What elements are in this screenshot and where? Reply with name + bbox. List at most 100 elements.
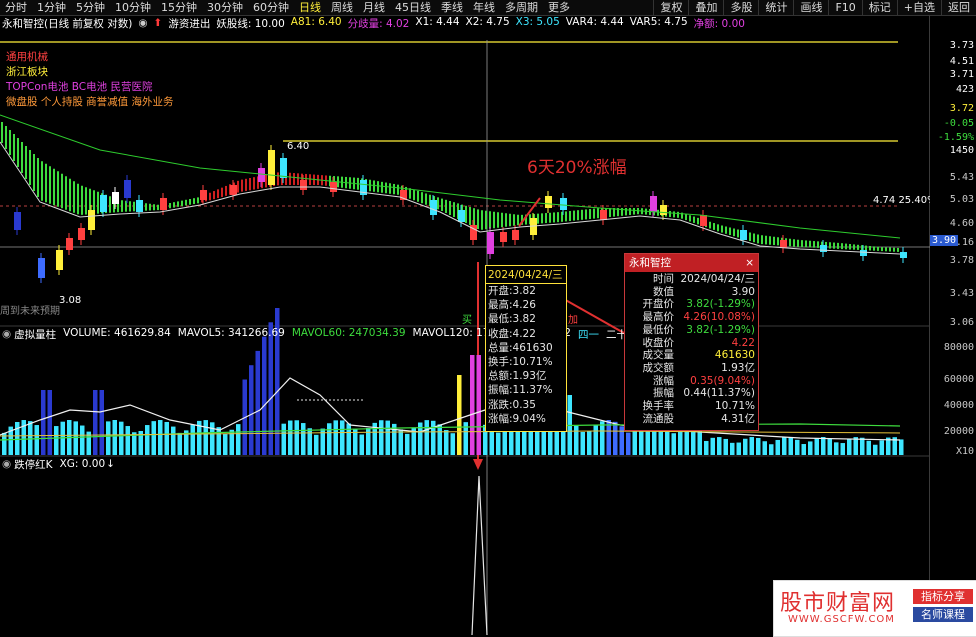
- tag-indicator-share[interactable]: 指标分享: [913, 589, 973, 604]
- price-axis-label: -1.59%: [937, 132, 974, 143]
- volume-bar: [437, 424, 442, 455]
- volume-bar: [444, 430, 449, 455]
- popup-key: 数值: [653, 285, 674, 298]
- volume-bar: [489, 430, 494, 455]
- volume-bar: [119, 421, 124, 455]
- tooltip-row: 总额:1.93亿: [488, 370, 547, 383]
- volume-bar: [99, 390, 104, 455]
- volume-bar: [210, 422, 215, 455]
- tooltip-row: 最低:3.82: [488, 313, 536, 326]
- lower-panel-title: ◉ 跌停红K XG: 0.00 ↓: [0, 457, 122, 471]
- volume-bar: [756, 437, 761, 455]
- candle-body: [66, 238, 73, 250]
- popup-value: 3.82(-1.29%): [686, 298, 755, 311]
- candle-body: [268, 150, 275, 185]
- candle-body: [38, 258, 45, 278]
- toolbar-button[interactable]: 返回: [941, 0, 976, 15]
- popup-value: 10.71%: [714, 400, 755, 413]
- volume-bar: [73, 421, 78, 455]
- tag-courses[interactable]: 名师课程: [913, 607, 973, 622]
- popup-value: 0.44(11.37%): [683, 387, 755, 400]
- candle-body: [458, 210, 465, 222]
- candle-body: [650, 196, 657, 212]
- volume-bar: [580, 431, 585, 455]
- volume-axis-label: 80000: [943, 342, 974, 353]
- volume-bar: [255, 350, 260, 455]
- candle-body: [56, 250, 63, 270]
- volume-bar: [249, 365, 254, 455]
- tooltip-row: 振幅:11.37%: [488, 384, 553, 397]
- site-url: WWW.GSCFW.COM: [788, 614, 895, 625]
- tooltip-row: 开盘:3.82: [488, 285, 536, 297]
- site-watermark: 股市财富网 WWW.GSCFW.COM 指标分享 名师课程: [773, 580, 976, 637]
- volume-bar: [736, 442, 741, 455]
- volume-bar: [294, 420, 299, 455]
- candle-body: [860, 250, 867, 256]
- volume-bar: [749, 437, 754, 455]
- popup-title: 永和智控: [629, 257, 671, 269]
- price-axis-label: 3.06: [949, 317, 974, 328]
- volume-bar: [346, 423, 351, 455]
- volume-bar: [307, 428, 312, 455]
- down-arrowhead: [473, 459, 483, 470]
- volume-bar: [359, 434, 364, 455]
- concept-tag[interactable]: TOPCon电池 BC电池 民营医院: [6, 80, 174, 95]
- volume-bar: [866, 440, 871, 455]
- volume-bar: [236, 424, 241, 455]
- popup-key: 收盘价: [642, 336, 675, 349]
- gain-annotation: 6天20%涨幅: [527, 158, 627, 178]
- lower-indicator-name[interactable]: 跌停红K: [14, 457, 52, 472]
- volume-bar: [574, 425, 579, 455]
- volume-bar: [626, 432, 631, 455]
- volume-bar: [470, 355, 475, 455]
- concept-tag[interactable]: 通用机械: [6, 50, 174, 65]
- popup-value: 2024/04/24/三: [680, 273, 755, 285]
- volume-indicator-name[interactable]: 虚拟量柱: [14, 327, 56, 342]
- popup-key: 最低价: [642, 323, 675, 336]
- ma-line-green: [0, 114, 901, 239]
- volume-bar: [15, 421, 20, 455]
- volume-bar: [879, 440, 884, 455]
- popup-key: 开盘价: [642, 298, 675, 311]
- volume-bar: [93, 390, 98, 455]
- volume-bar: [840, 443, 845, 455]
- buy-mark: 买: [462, 314, 472, 326]
- volume-bar: [41, 390, 46, 455]
- candle-body: [300, 180, 307, 190]
- concept-tag[interactable]: 微盘股 个人持股 商誉减值 海外业务: [6, 95, 174, 110]
- volume-bar: [795, 439, 800, 455]
- volume-bar: [587, 431, 592, 455]
- candle-body: [500, 232, 507, 242]
- gear-icon[interactable]: ◉: [2, 458, 11, 470]
- gear-icon[interactable]: ◉: [2, 328, 11, 340]
- volume-bar: [593, 425, 598, 455]
- volume-bar: [834, 442, 839, 455]
- volume-bar: [782, 437, 787, 455]
- price-axis-label: 4.60: [949, 218, 974, 229]
- popup-value: 3.90: [731, 285, 755, 298]
- volume-bar: [171, 426, 176, 455]
- tooltip-row: 收盘:4.22: [488, 327, 536, 340]
- volume-bar: [535, 431, 540, 455]
- candle-body: [560, 198, 567, 210]
- volume-bar: [814, 438, 819, 455]
- candle-body: [430, 200, 437, 215]
- volume-bar: [424, 420, 429, 455]
- price-axis-label: 4.51: [949, 56, 974, 67]
- candles: [14, 145, 907, 283]
- candle-body: [100, 195, 107, 212]
- volume-bar: [476, 355, 481, 455]
- volume-bar: [723, 438, 728, 455]
- bottom-left-label: 周到未来预期: [0, 305, 60, 317]
- volume-bar: [775, 439, 780, 455]
- volume-bar: [496, 432, 501, 455]
- volume-bar: [808, 441, 813, 455]
- volume-bar: [333, 420, 338, 455]
- concept-tag[interactable]: 浙江板块: [6, 65, 174, 80]
- candle-body: [88, 210, 95, 230]
- volume-bar: [112, 420, 117, 455]
- price-axis-label: 5.43: [949, 172, 974, 183]
- close-icon[interactable]: ×: [745, 255, 754, 271]
- popup-key: 流通股: [642, 412, 675, 425]
- price-axis-label: -0.05: [943, 118, 974, 129]
